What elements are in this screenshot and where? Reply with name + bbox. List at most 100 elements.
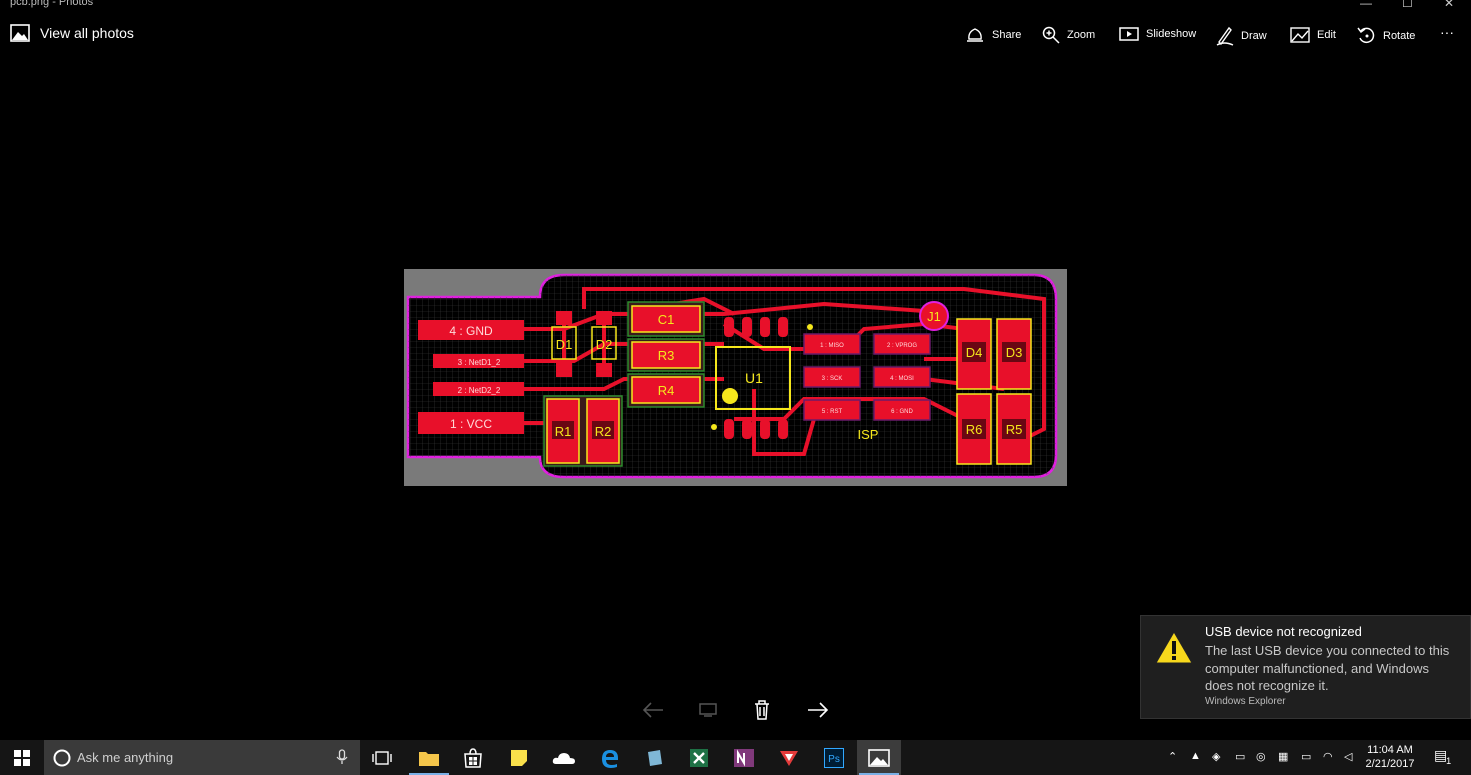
onenote-icon: [734, 748, 754, 767]
window-titlebar: pcb.png - Photos — ☐ ✕: [0, 0, 1471, 12]
u1-label: U1: [745, 370, 763, 386]
action-center-count: 1: [1446, 756, 1452, 766]
slideshow-button[interactable]: Slideshow: [1119, 26, 1196, 42]
task-view-icon: [372, 750, 392, 765]
view-all-photos-button[interactable]: View all photos: [10, 24, 134, 42]
sticky-notes-button[interactable]: [497, 740, 541, 775]
network-drive-icon[interactable]: ▭: [1235, 750, 1245, 763]
connector-vcc-label: 1 : VCC: [450, 417, 492, 431]
previous-photo-button[interactable]: [640, 698, 666, 722]
photos-app-bar: View all photos Share Zoom Slideshow Dra…: [0, 14, 1471, 58]
slideshow-label: Slideshow: [1146, 28, 1197, 40]
onenote-button[interactable]: [722, 740, 766, 775]
edge-icon: [602, 749, 618, 768]
photoshop-button[interactable]: Ps: [812, 740, 856, 775]
defender-shield-icon[interactable]: ◈: [1212, 750, 1220, 763]
isp-pad-5-label: 5 : RST: [822, 409, 843, 415]
battery-icon[interactable]: ▭: [1301, 750, 1311, 763]
photoshop-icon: Ps: [824, 747, 844, 768]
connector-gnd-label: 4 : GND: [449, 324, 493, 338]
svg-text:Ps: Ps: [828, 754, 840, 765]
tray-sync-icon[interactable]: ◎: [1256, 750, 1266, 763]
rotate-label: Rotate: [1383, 29, 1416, 42]
d1-label: D1: [556, 337, 573, 352]
more-options-icon: ···: [1440, 24, 1454, 40]
r4-label: R4: [658, 383, 675, 398]
more-options-button[interactable]: ···: [1440, 24, 1454, 40]
hidden-icons-chevron-icon[interactable]: ⌃: [1168, 750, 1177, 763]
cortana-icon: [53, 749, 71, 767]
maximize-button[interactable]: ☐: [1402, 0, 1413, 10]
isp-pad-1-label: 1 : MISO: [820, 343, 844, 349]
isp-pad-3-label: 3 : SCK: [822, 376, 843, 382]
zoom-icon: [1042, 26, 1060, 44]
clock-time: 11:04 AM: [1367, 744, 1413, 756]
close-button[interactable]: ✕: [1444, 0, 1454, 10]
task-view-button[interactable]: [360, 740, 404, 775]
notification-source: Windows Explorer: [1205, 696, 1286, 707]
r1-label: R1: [555, 424, 572, 439]
photos-app-button[interactable]: [857, 740, 901, 775]
isp-label: ISP: [858, 427, 879, 442]
usb-notification-toast[interactable]: USB device not recognized The last USB d…: [1140, 615, 1471, 719]
d4-label: D4: [966, 345, 983, 360]
photos-icon: [868, 748, 890, 767]
slideshow-small-icon: [699, 703, 717, 717]
photo-gallery-icon: [10, 24, 30, 42]
tray-grid-icon[interactable]: ▦: [1278, 750, 1288, 763]
windows-taskbar: Ask me anything Ps ⌃ ▲ ◈ ▭ ◎ ▦ ▭ ◠ ◁ 11:…: [0, 740, 1471, 775]
share-button[interactable]: Share: [966, 26, 1021, 44]
file-explorer-button[interactable]: [407, 740, 451, 775]
zoom-button[interactable]: Zoom: [1042, 26, 1095, 44]
start-button[interactable]: [0, 740, 44, 775]
cortana-search-box[interactable]: Ask me anything: [44, 740, 360, 775]
window-title: pcb.png - Photos: [10, 0, 94, 8]
edit-icon: [1290, 27, 1310, 43]
delete-photo-button[interactable]: [749, 698, 775, 722]
slideshow-mini-button[interactable]: [695, 698, 721, 722]
edge-browser-button[interactable]: [588, 740, 632, 775]
rotate-button[interactable]: Rotate: [1357, 26, 1415, 45]
action-center-button[interactable]: ▤ 1: [1434, 747, 1456, 766]
search-placeholder: Ask me anything: [77, 750, 174, 765]
clock-date: 2/21/2017: [1365, 758, 1415, 770]
draw-button[interactable]: Draw: [1216, 26, 1267, 46]
share-label: Share: [992, 29, 1022, 41]
isp-pad-4-label: 4 : MOSI: [890, 376, 914, 382]
store-button[interactable]: [451, 740, 495, 775]
arrow-left-icon: [642, 702, 663, 718]
onedrive-cloud-icon: [552, 752, 575, 764]
share-icon: [967, 28, 983, 42]
volume-icon[interactable]: ◁: [1344, 750, 1352, 763]
connector-net1-label: 3 : NetD1_2: [458, 358, 501, 367]
3d-app-button[interactable]: [632, 740, 676, 775]
red-v-app-icon: [780, 750, 798, 766]
microphone-icon: [336, 749, 348, 764]
isp-pad-2-label: 2 : VPROG: [887, 343, 917, 349]
edit-button[interactable]: Edit: [1290, 26, 1336, 44]
folder-icon: [419, 751, 439, 766]
d2-label: D2: [596, 337, 613, 352]
onedrive-button[interactable]: [542, 740, 586, 775]
wifi-icon[interactable]: ◠: [1323, 750, 1333, 763]
r6-label: R6: [966, 422, 983, 437]
r2-label: R2: [595, 424, 612, 439]
next-photo-button[interactable]: [805, 698, 831, 722]
warning-icon: [1155, 631, 1193, 664]
sticky-note-icon: [511, 749, 527, 766]
tray-app-icon[interactable]: ▲: [1190, 750, 1201, 762]
r3-label: R3: [658, 348, 675, 363]
trash-icon: [755, 700, 769, 720]
c1-label: C1: [658, 312, 675, 327]
excel-button[interactable]: [677, 740, 721, 775]
excel-icon: [690, 748, 708, 767]
draw-icon: [1216, 26, 1234, 46]
system-clock[interactable]: 11:04 AM 2/21/2017: [1360, 743, 1420, 771]
j1-label: J1: [927, 309, 941, 324]
vivaldi-button[interactable]: [767, 740, 811, 775]
notification-title: USB device not recognized: [1205, 624, 1362, 639]
pcb-layout-image: 4 : GND 3 : NetD1_2 2 : NetD2_2 1 : VCC …: [404, 269, 1067, 486]
arrow-right-icon: [808, 702, 829, 718]
minimize-button[interactable]: —: [1360, 0, 1372, 10]
slideshow-icon: [1119, 27, 1139, 41]
